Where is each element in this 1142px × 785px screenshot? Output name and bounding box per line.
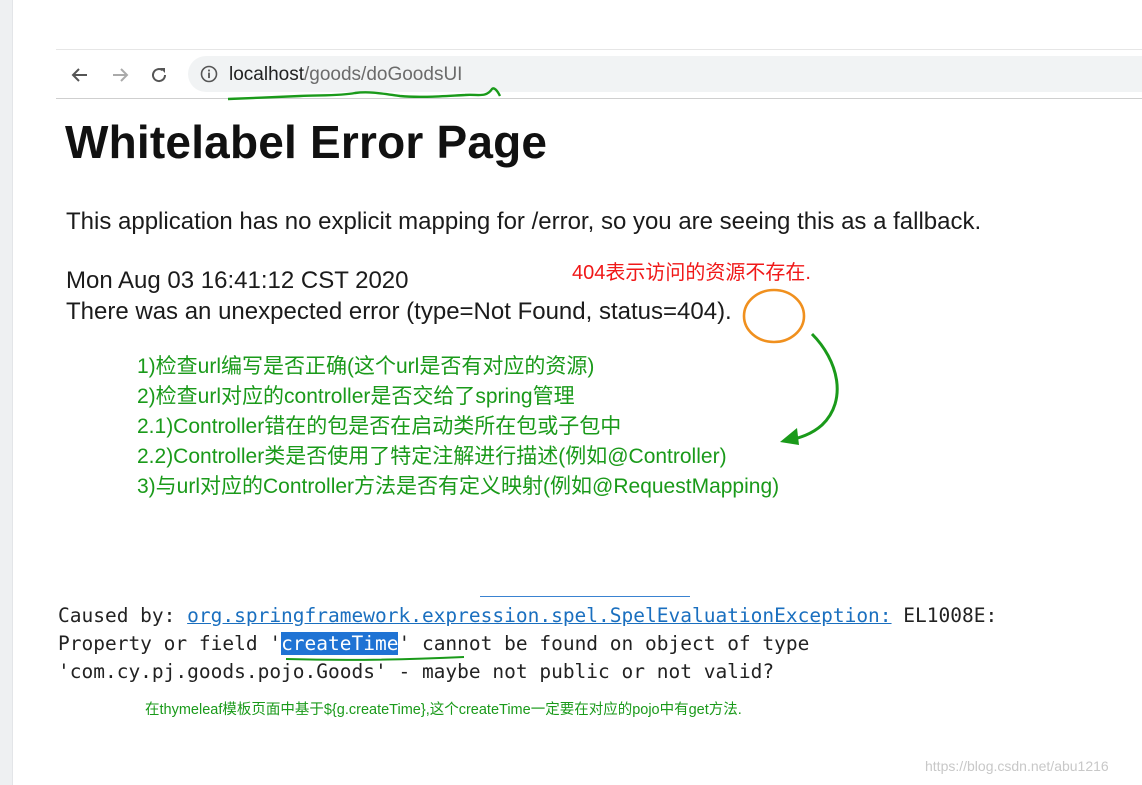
trace-line2-pre: Property or field ' (58, 632, 282, 655)
reload-icon[interactable] (148, 64, 170, 86)
page-title: Whitelabel Error Page (65, 116, 548, 168)
thymeleaf-annotation: 在thymeleaf模板页面中基于${g.createTime},这个creat… (145, 702, 742, 718)
error-prefix: There was an unexpected error (type=Not … (66, 298, 678, 325)
stack-trace: Caused by: org.springframework.expressio… (58, 602, 997, 686)
status-circle (742, 288, 806, 344)
checklist-item: 1)检查url编写是否正确(这个url是否有对应的资源) (137, 355, 595, 378)
checklist-item: 2.1)Controller错在的包是否在启动类所在包或子包中 (137, 415, 622, 438)
checklist-annotation: 1)检查url编写是否正确(这个url是否有对应的资源) 2)检查url对应的c… (137, 352, 779, 502)
checklist-item: 2.2)Controller类是否使用了特定注解进行描述(例如@Controll… (137, 445, 727, 468)
address-bar[interactable]: localhost/goods/doGoodsUI (188, 56, 1142, 92)
error-timestamp: Mon Aug 03 16:41:12 CST 2020 (66, 267, 409, 294)
checklist-item: 2)检查url对应的controller是否交给了spring管理 (137, 385, 575, 408)
url-path: /goods/doGoodsUI (304, 64, 463, 85)
exception-link[interactable]: org.springframework.expression.spel.Spel… (187, 604, 891, 627)
caused-by-label: Caused by: (58, 604, 188, 627)
selected-text-highlight[interactable]: createTime (281, 632, 399, 655)
error-status: 404 (677, 298, 718, 325)
error-suffix: ). (717, 298, 732, 325)
left-rail (0, 0, 13, 785)
divider-line (480, 596, 690, 597)
info-icon[interactable] (200, 65, 218, 83)
forward-arrow-icon[interactable] (109, 64, 131, 86)
error-code: EL1008E: (891, 604, 998, 627)
url-text[interactable]: localhost/goods/doGoodsUI (229, 64, 462, 86)
error-message: There was an unexpected error (type=Not … (66, 298, 732, 326)
checklist-item: 3)与url对应的Controller方法是否有定义映射(例如@RequestM… (137, 475, 780, 498)
fallback-message: This application has no explicit mapping… (66, 208, 982, 235)
trace-line3: 'com.cy.pj.goods.pojo.Goods' - maybe not… (58, 660, 775, 683)
url-host: localhost (229, 64, 304, 85)
watermark: https://blog.csdn.net/abu1216 (925, 758, 1109, 774)
back-arrow-icon[interactable] (69, 64, 91, 86)
status-annotation: 404表示访问的资源不存在. (572, 262, 811, 284)
trace-line2-post: ' cannot be found on object of type (398, 632, 810, 655)
arrow-head (780, 428, 799, 445)
browser-toolbar: localhost/goods/doGoodsUI (56, 49, 1142, 99)
curved-arrow (785, 332, 839, 443)
